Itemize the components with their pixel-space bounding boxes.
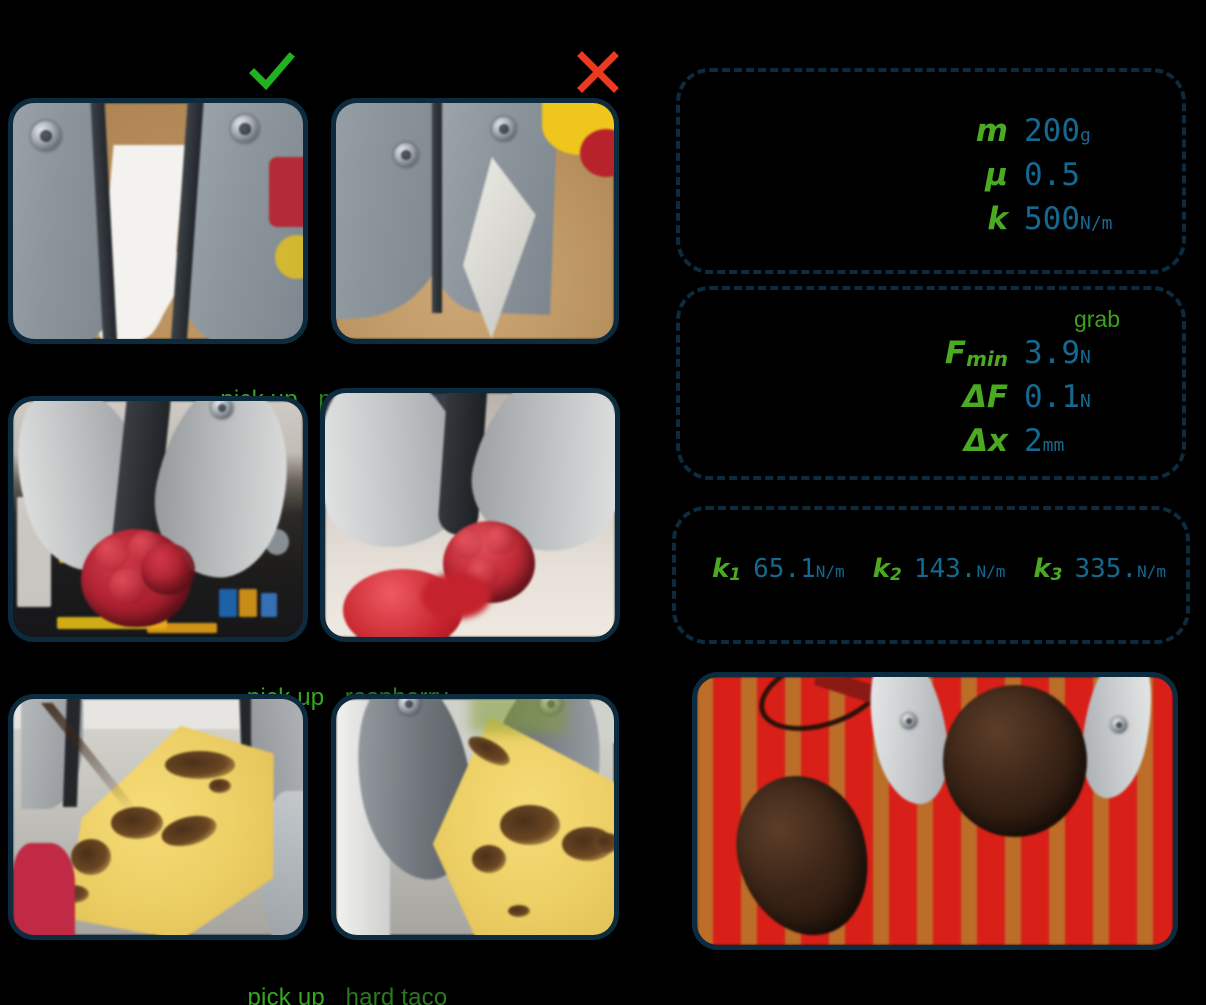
mass-unit: g xyxy=(1080,125,1091,146)
caption-verb: pick up xyxy=(247,984,325,1005)
scene-gripper-holding-raspberry xyxy=(13,401,303,637)
stiffness-item-k3: k3 335.N/m xyxy=(1033,556,1166,584)
grasp-row-delta-x: Δx 2mm xyxy=(914,426,1156,470)
photo-pickup-hard-taco-success xyxy=(8,694,308,940)
photo-grid: pick up paper airplane xyxy=(0,0,640,1005)
k2-symbol: k2 xyxy=(872,554,902,585)
scene-gripper-grasping-avocado xyxy=(697,677,1173,945)
photo-pickup-raspberry-failure xyxy=(320,388,620,642)
parameter-column: m 200g μ 0.5 k 500N/m grab Fmin 3.9N ΔF … xyxy=(648,0,1206,1005)
grasp-parameters-panel: grab Fmin 3.9N ΔF 0.1N Δx 2mm xyxy=(676,286,1186,480)
fmin-symbol: Fmin xyxy=(944,335,1008,371)
caption-gap xyxy=(325,984,346,1005)
fmin-unit: N xyxy=(1080,347,1091,368)
mass-value: 200g xyxy=(1024,113,1091,149)
caption-object: hard taco xyxy=(345,984,448,1005)
property-row-friction: μ 0.5 xyxy=(914,160,1156,204)
k1-symbol: k1 xyxy=(712,554,742,585)
k2-value: 143.N/m xyxy=(913,554,1006,584)
stiffness-value: 500N/m xyxy=(1024,201,1113,237)
trial-image-column: pick up paper airplane xyxy=(0,0,640,1005)
k3-symbol: k3 xyxy=(1033,554,1063,585)
delta-f-unit: N xyxy=(1080,391,1091,412)
k2-unit: N/m xyxy=(976,562,1006,581)
k1-value: 65.1N/m xyxy=(753,554,845,584)
friction-symbol: μ xyxy=(985,157,1008,193)
grasp-parameters-rows: Fmin 3.9N ΔF 0.1N Δx 2mm xyxy=(914,338,1156,470)
figure-root: pick up paper airplane xyxy=(0,0,1206,1005)
scene-gripper-dropping-taco xyxy=(336,699,614,935)
scene-gripper-slipping-paper xyxy=(336,103,614,339)
grasp-row-fmin: Fmin 3.9N xyxy=(914,338,1156,382)
stiffness-estimates-row: k1 65.1N/m k2 143.N/m k3 335.N/m xyxy=(712,556,1194,584)
grab-label: grab xyxy=(1073,306,1120,332)
delta-x-value: 2mm xyxy=(1024,423,1065,459)
photo-pickup-paper-airplane-failure xyxy=(331,98,619,344)
scene-gripper-holding-taco xyxy=(13,699,303,935)
k3-unit: N/m xyxy=(1137,562,1167,581)
delta-x-unit: mm xyxy=(1042,435,1065,456)
stiffness-estimates-panel: k1 65.1N/m k2 143.N/m k3 335.N/m xyxy=(672,506,1190,644)
delta-x-symbol: Δx xyxy=(964,423,1008,459)
photo-pickup-hard-taco-failure xyxy=(331,694,619,940)
fmin-value: 3.9N xyxy=(1024,335,1091,371)
mass-symbol: m xyxy=(975,113,1008,149)
caption-row-3: pick up hard taco xyxy=(0,956,640,1005)
photo-pickup-paper-airplane-success xyxy=(8,98,308,344)
friction-value: 0.5 xyxy=(1024,157,1080,193)
photo-gripper-avocado xyxy=(692,672,1178,950)
k3-value: 335.N/m xyxy=(1074,554,1167,584)
object-properties-panel: m 200g μ 0.5 k 500N/m xyxy=(676,68,1186,274)
property-row-stiffness: k 500N/m xyxy=(914,204,1156,248)
property-row-mass: m 200g xyxy=(914,116,1156,160)
object-properties-rows: m 200g μ 0.5 k 500N/m xyxy=(914,116,1156,248)
stiffness-item-k2: k2 143.N/m xyxy=(873,556,1006,584)
grasp-row-delta-f: ΔF 0.1N xyxy=(914,382,1156,426)
stiffness-symbol: k xyxy=(987,201,1008,237)
stiffness-unit: N/m xyxy=(1080,213,1113,234)
scene-gripper-crushing-raspberry xyxy=(325,393,615,637)
delta-f-symbol: ΔF xyxy=(962,379,1008,415)
delta-f-value: 0.1N xyxy=(1024,379,1091,415)
photo-pickup-raspberry-success xyxy=(8,396,308,642)
k1-unit: N/m xyxy=(815,562,845,581)
stiffness-item-k1: k1 65.1N/m xyxy=(712,556,845,584)
scene-gripper-holding-paper xyxy=(13,103,303,339)
